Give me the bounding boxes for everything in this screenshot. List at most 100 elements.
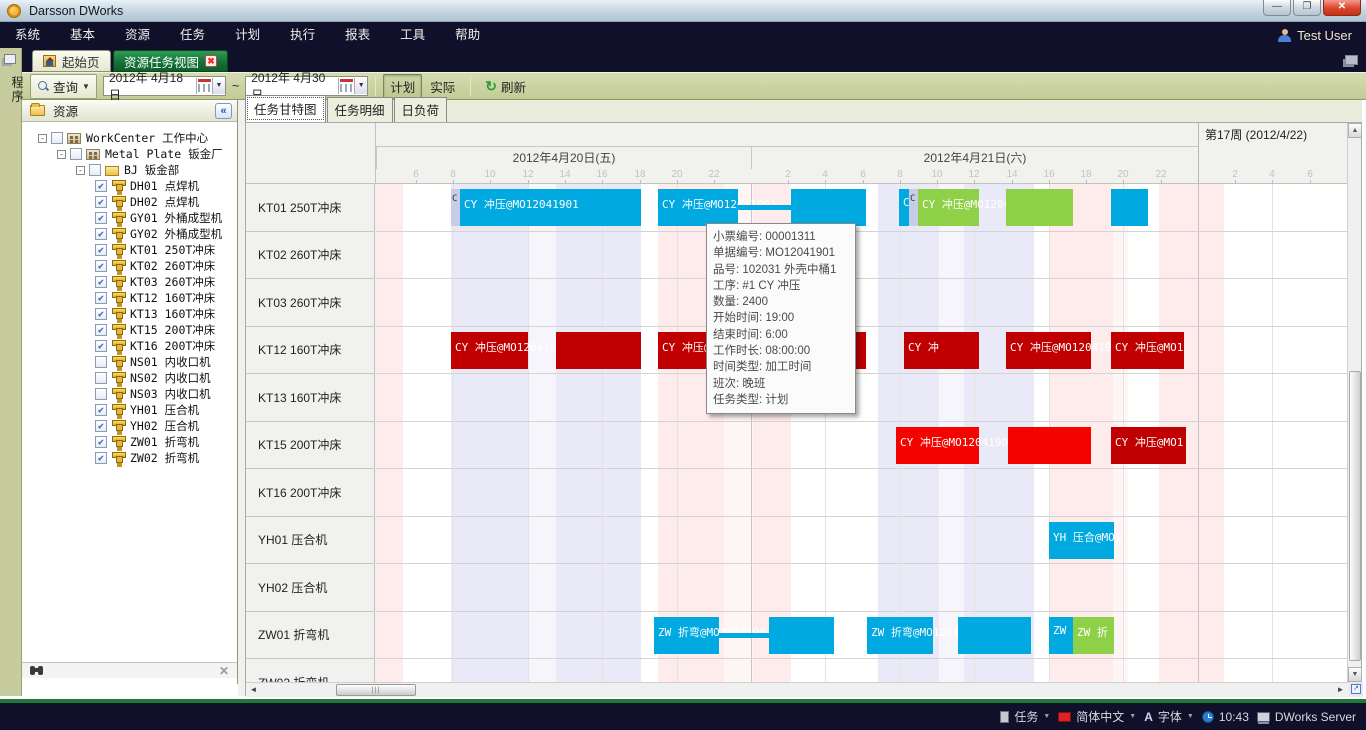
- tree-checkbox[interactable]: ✔: [95, 260, 107, 272]
- date-to-dropdown-icon[interactable]: ▼: [354, 78, 367, 94]
- vertical-scrollbar[interactable]: ▲ ▼: [1347, 123, 1361, 682]
- panel-splitter[interactable]: [238, 100, 245, 696]
- tab-home[interactable]: 起始页: [32, 50, 111, 72]
- task-bar[interactable]: CY 冲压@MO1: [1111, 427, 1186, 464]
- tree-checkbox[interactable]: ✔: [95, 452, 107, 464]
- tree-checkbox[interactable]: [70, 148, 82, 160]
- tree-resource-item[interactable]: NS02 内收口机: [95, 370, 211, 386]
- plan-button[interactable]: 计划: [383, 74, 422, 99]
- task-bar[interactable]: ZW 折弯@MO12041901: [654, 617, 719, 654]
- tree-checkbox[interactable]: ✔: [95, 324, 107, 336]
- task-bar-connector[interactable]: [738, 205, 791, 210]
- view-tab-3[interactable]: 日负荷: [394, 97, 448, 122]
- date-to-picker[interactable]: 2012年 4月30日 ▼: [245, 76, 368, 96]
- restore-button[interactable]: ❐: [1293, 0, 1321, 16]
- menu-item[interactable]: 报表: [330, 22, 385, 48]
- task-bar[interactable]: CY 冲压@MO12041901: [460, 189, 641, 226]
- task-bar[interactable]: CY 冲压@MO12041904: [1006, 332, 1091, 369]
- tree-resource-item[interactable]: ✔KT13 160T冲床: [95, 306, 215, 322]
- tree-resource-item[interactable]: ✔YH01 压合机: [95, 402, 199, 418]
- task-bar[interactable]: ZW 折弯@MO12041901: [867, 617, 933, 654]
- menu-item[interactable]: 资源: [110, 22, 165, 48]
- collapse-panel-icon[interactable]: «: [215, 103, 232, 119]
- tree-resource-item[interactable]: NS03 内收口机: [95, 386, 211, 402]
- status-font[interactable]: A 字体 ▼: [1144, 708, 1194, 725]
- tree-checkbox[interactable]: ✔: [95, 180, 107, 192]
- menu-item[interactable]: 系统: [0, 22, 55, 48]
- task-bar[interactable]: YH 压合@MO1: [1049, 522, 1114, 559]
- menu-item[interactable]: 基本: [55, 22, 110, 48]
- task-bar-connector[interactable]: [719, 633, 769, 638]
- tree-resource-item[interactable]: ✔ZW02 折弯机: [95, 450, 199, 466]
- menu-item[interactable]: 计划: [220, 22, 275, 48]
- close-button[interactable]: ✕: [1323, 0, 1361, 16]
- tree-resource-item[interactable]: ✔KT03 260T冲床: [95, 274, 215, 290]
- minimize-button[interactable]: —: [1263, 0, 1291, 16]
- date-from-value[interactable]: 2012年 4月18日: [104, 69, 196, 103]
- horizontal-scroll-thumb[interactable]: |||: [336, 684, 416, 696]
- scroll-left-icon[interactable]: ◄: [246, 683, 261, 697]
- tree-expander-icon[interactable]: -: [76, 166, 85, 175]
- tree-checkbox[interactable]: ✔: [95, 308, 107, 320]
- task-bar[interactable]: ZW: [1049, 617, 1073, 654]
- date-from-dropdown-icon[interactable]: ▼: [212, 78, 225, 94]
- tree-expander-icon[interactable]: -: [57, 150, 66, 159]
- tree-checkbox[interactable]: ✔: [95, 420, 107, 432]
- tree-resource-item[interactable]: ✔DH01 点焊机: [95, 178, 199, 194]
- tree-resource-item[interactable]: ✔KT01 250T冲床: [95, 242, 215, 258]
- calendar-icon[interactable]: [338, 78, 354, 94]
- tree-checkbox[interactable]: ✔: [95, 436, 107, 448]
- tree-checkbox[interactable]: ✔: [95, 196, 107, 208]
- task-bar[interactable]: [1006, 189, 1073, 226]
- tree-expander-icon[interactable]: -: [38, 134, 47, 143]
- tree-checkbox[interactable]: [51, 132, 63, 144]
- program-panel-icon[interactable]: [4, 54, 16, 64]
- task-bar[interactable]: [791, 189, 866, 226]
- tree-checkbox[interactable]: ✔: [95, 292, 107, 304]
- tree-checkbox[interactable]: ✔: [95, 212, 107, 224]
- tree-resource-item[interactable]: ✔KT16 200T冲床: [95, 338, 215, 354]
- vertical-scroll-thumb[interactable]: [1349, 371, 1361, 661]
- tree-resource-item[interactable]: ✔GY02 外桶成型机: [95, 226, 222, 242]
- tree-checkbox[interactable]: ✔: [95, 404, 107, 416]
- tree-resource-item[interactable]: ✔DH02 点焊机: [95, 194, 199, 210]
- scroll-right-icon[interactable]: ►: [1333, 683, 1348, 697]
- tree-resource-item[interactable]: ✔GY01 外桶成型机: [95, 210, 222, 226]
- tree-checkbox[interactable]: [95, 388, 107, 400]
- horizontal-scrollbar[interactable]: ◄ ||| ►: [246, 682, 1349, 697]
- query-button[interactable]: 查询 ▼: [30, 74, 97, 99]
- tree-resource-item[interactable]: ✔ZW01 折弯机: [95, 434, 199, 450]
- task-bar[interactable]: CY 冲压@MO12041903: [896, 427, 979, 464]
- scroll-corner-button[interactable]: ↗: [1349, 682, 1363, 697]
- clear-icon[interactable]: ✕: [219, 664, 229, 678]
- tree-resource-item[interactable]: ✔KT12 160T冲床: [95, 290, 215, 306]
- actual-button[interactable]: 实际: [422, 74, 463, 99]
- task-bar[interactable]: [958, 617, 1031, 654]
- query-dropdown-icon[interactable]: ▼: [82, 82, 90, 91]
- tree-checkbox[interactable]: ✔: [95, 340, 107, 352]
- tree-resource-item[interactable]: NS01 内收口机: [95, 354, 211, 370]
- tree-resource-item[interactable]: ✔KT15 200T冲床: [95, 322, 215, 338]
- date-from-picker[interactable]: 2012年 4月18日 ▼: [103, 76, 226, 96]
- tree-checkbox[interactable]: ✔: [95, 244, 107, 256]
- tree-checkbox[interactable]: ✔: [95, 276, 107, 288]
- tree-group-item[interactable]: -Metal Plate 钣金厂: [57, 146, 223, 162]
- tree-resource-item[interactable]: ✔YH02 压合机: [95, 418, 199, 434]
- task-bar[interactable]: CY 冲压@MO12041901: [658, 189, 738, 226]
- tree-checkbox[interactable]: [95, 372, 107, 384]
- task-bar[interactable]: C: [899, 189, 909, 226]
- menu-item[interactable]: 帮助: [440, 22, 495, 48]
- menu-item[interactable]: 任务: [165, 22, 220, 48]
- tree-group-item[interactable]: -WorkCenter 工作中心: [38, 130, 208, 146]
- status-language[interactable]: 简体中文 ▼: [1058, 708, 1136, 725]
- menu-item[interactable]: 执行: [275, 22, 330, 48]
- scroll-down-icon[interactable]: ▼: [1348, 667, 1362, 682]
- tab-close-icon[interactable]: ✖: [205, 55, 217, 67]
- view-tab-1[interactable]: 任务甘特图: [245, 95, 326, 122]
- task-bar[interactable]: [1008, 427, 1091, 464]
- status-task[interactable]: 任务 ▼: [1000, 708, 1050, 725]
- tree-checkbox[interactable]: ✔: [95, 228, 107, 240]
- refresh-button[interactable]: ↻ 刷新: [478, 74, 533, 99]
- calendar-icon[interactable]: [196, 78, 212, 94]
- task-bar[interactable]: C: [909, 189, 918, 226]
